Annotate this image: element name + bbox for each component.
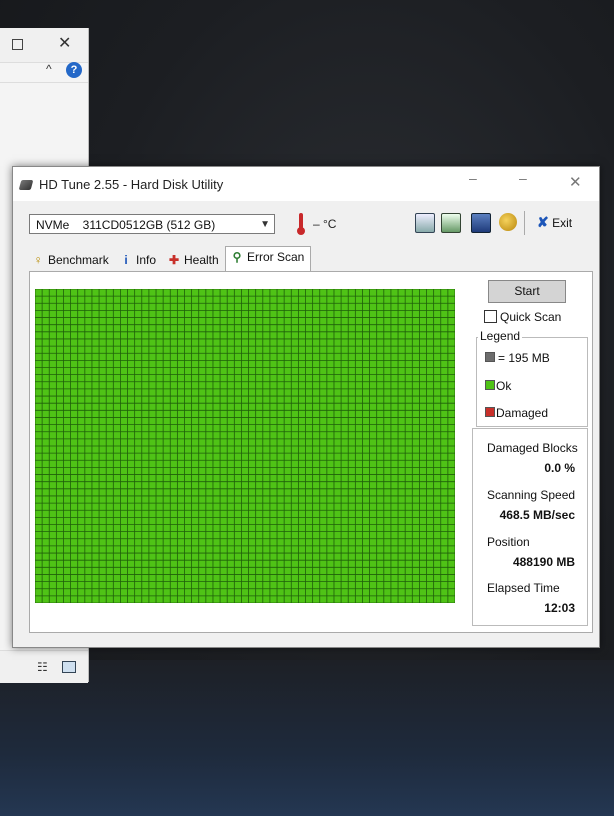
start-button[interactable]: Start: [488, 280, 566, 303]
options-icon[interactable]: [499, 213, 517, 231]
tab-benchmark-label: Benchmark: [48, 253, 109, 267]
drive-select[interactable]: NVMe 311CD0512GB (512 GB) ▼: [29, 214, 275, 234]
background-window-titlebar: ✕: [0, 28, 88, 63]
chevron-down-icon[interactable]: ▼: [260, 215, 270, 235]
drive-select-value: NVMe 311CD0512GB (512 GB): [36, 218, 216, 232]
magnifier-icon: ⚲: [232, 250, 242, 264]
position-value: 488190 MB: [512, 555, 575, 569]
scanning-speed-label: Scanning Speed: [487, 488, 576, 502]
info-icon: i: [124, 253, 128, 267]
legend-damaged-label: Damaged: [496, 406, 549, 420]
legend-box: = 195 MB Ok Damaged: [476, 337, 588, 427]
window-title: HD Tune 2.55 - Hard Disk Utility: [39, 177, 224, 192]
block-map: [35, 289, 455, 603]
chevron-up-icon[interactable]: ^: [46, 62, 52, 76]
hdtune-window: HD Tune 2.55 - Hard Disk Utility – – ✕ N…: [12, 166, 600, 648]
thermometer-icon: [297, 213, 305, 235]
toolbar-divider: [524, 211, 525, 235]
damaged-blocks-label: Damaged Blocks: [487, 441, 578, 455]
stats-box: Damaged Blocks 0.0 % Scanning Speed 468.…: [472, 428, 588, 626]
restore-icon[interactable]: –: [519, 170, 527, 186]
close-icon[interactable]: ✕: [58, 33, 71, 53]
save-icon[interactable]: [471, 213, 491, 233]
position-label: Position: [487, 535, 530, 549]
temperature-readout: – °C: [313, 217, 337, 231]
exit-icon: ✘: [537, 214, 549, 230]
legend-title: Legend: [478, 329, 523, 343]
damaged-swatch-icon: [485, 407, 495, 417]
legend-block-size: = 195 MB: [485, 351, 550, 365]
copy-screenshot-icon[interactable]: [441, 213, 461, 233]
legend-damaged: Damaged: [485, 406, 548, 420]
ok-swatch-icon: [485, 380, 495, 390]
block-swatch-icon: [485, 352, 495, 362]
legend-block-label: = 195 MB: [498, 351, 550, 365]
copy-text-icon[interactable]: [415, 213, 435, 233]
minimize-icon[interactable]: –: [469, 170, 477, 186]
title-bar: HD Tune 2.55 - Hard Disk Utility – – ✕: [13, 167, 599, 201]
tab-health[interactable]: ✚ Health: [169, 250, 219, 270]
checkbox-box[interactable]: [484, 310, 497, 323]
legend-ok-label: Ok: [496, 379, 512, 393]
error-scan-panel: Start Quick Scan = 195 MB Ok Damaged Leg…: [29, 271, 593, 633]
legend-ok: Ok: [485, 379, 511, 393]
damaged-blocks-value: 0.0 %: [544, 461, 575, 475]
large-icons-view-icon[interactable]: [62, 661, 76, 673]
tab-health-label: Health: [184, 253, 219, 267]
exit-button[interactable]: ✘ Exit: [537, 214, 572, 231]
exit-label: Exit: [552, 216, 573, 230]
lightbulb-icon: ♀: [33, 253, 43, 267]
maximize-icon[interactable]: [12, 39, 23, 50]
tab-error-scan-label: Error Scan: [247, 250, 305, 264]
desktop-background: [0, 660, 614, 816]
hdtune-app-icon: [18, 180, 34, 190]
quick-scan-checkbox[interactable]: Quick Scan: [484, 310, 561, 324]
scanning-speed-value: 468.5 MB/sec: [499, 508, 575, 522]
close-icon[interactable]: ✕: [569, 173, 582, 191]
tab-info[interactable]: i Info: [121, 250, 156, 270]
tab-error-scan[interactable]: ⚲ Error Scan: [225, 246, 312, 271]
elapsed-time-value: 12:03: [544, 601, 575, 615]
divider: [0, 82, 88, 83]
health-cross-icon: ✚: [169, 253, 180, 267]
tab-benchmark[interactable]: ♀ Benchmark: [33, 250, 109, 270]
help-icon[interactable]: ?: [66, 62, 82, 78]
tab-info-label: Info: [136, 253, 157, 267]
details-view-icon[interactable]: ☷: [37, 660, 48, 674]
quick-scan-label: Quick Scan: [500, 310, 562, 324]
elapsed-time-label: Elapsed Time: [487, 581, 560, 595]
